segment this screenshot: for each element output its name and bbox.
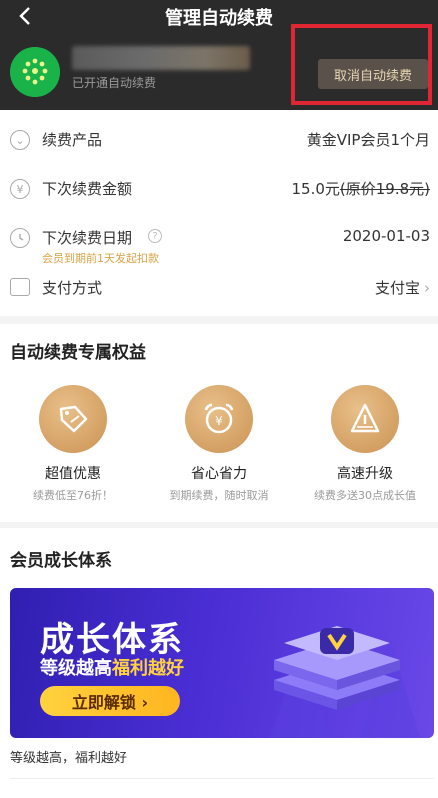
renew-date-label: 下次续费日期: [42, 229, 133, 247]
section-divider: [0, 522, 438, 528]
benefit-item-discount: 超值优惠 续费低至76折！: [0, 385, 146, 515]
unlock-now-button[interactable]: 立即解锁 ›: [40, 686, 180, 716]
discount-tag-icon: [39, 385, 107, 453]
renew-amount-value: 15.0元(原价19.8元): [291, 178, 430, 199]
highlight-annotation: [291, 24, 432, 105]
payment-method-name: 支付宝: [374, 279, 420, 297]
renew-amount-label: 下次续费金额: [42, 180, 133, 198]
svg-text:¥: ¥: [215, 414, 223, 428]
speed-up-icon: [331, 385, 399, 453]
benefit-desc: 续费多送30点成长值: [314, 489, 416, 502]
benefit-desc: 续费低至76折！: [33, 489, 113, 502]
card-icon: [10, 278, 30, 296]
benefit-title: 高速升级: [337, 466, 393, 482]
renew-product-value: 黄金VIP会员1个月: [306, 131, 430, 149]
benefit-title: 省心省力: [191, 466, 247, 482]
level-stack-icon: [270, 626, 420, 738]
avatar-logo-icon: [10, 47, 60, 97]
renew-date-note: 会员到期前1天发起扣款: [42, 252, 159, 265]
chevron-right-icon: ›: [424, 279, 430, 297]
renew-product-label: 续费产品: [42, 131, 103, 149]
renew-price: 15.0元: [291, 180, 340, 198]
payment-method-value: 支付宝 ›: [375, 277, 430, 298]
row-renew-amount: ¥ 下次续费金额 15.0元(原价19.8元): [0, 169, 438, 209]
benefit-title: 超值优惠: [45, 466, 101, 482]
row-payment-method[interactable]: 支付方式 支付宝 ›: [0, 268, 438, 308]
yen-circle-icon: ¥: [10, 179, 30, 199]
section-divider: [0, 316, 438, 324]
row-renew-product: ⌄ 续费产品 黄金VIP会员1个月: [0, 120, 438, 160]
clock-icon: [10, 228, 30, 248]
benefit-item-convenience: ¥ 省心省力 到期续费，随时取消: [146, 385, 292, 515]
growth-banner[interactable]: 成长体系 等级越高福利越好 立即解锁 ›: [10, 588, 434, 738]
bottom-divider: [10, 778, 434, 779]
banner-subtitle: 等级越高福利越好: [40, 654, 184, 680]
chevron-down-circle-icon: ⌄: [10, 130, 30, 150]
banner-sub-prefix: 等级越高: [40, 658, 112, 679]
subscription-status: 已开通自动续费: [72, 76, 157, 90]
original-price: (原价19.8元): [339, 180, 430, 198]
payment-method-label: 支付方式: [42, 279, 103, 297]
benefit-item-speedup: 高速升级 续费多送30点成长值: [292, 385, 438, 515]
growth-title: 会员成长体系: [10, 551, 112, 571]
renew-date-value: 2020-01-03: [342, 227, 430, 245]
benefit-desc: 到期续费，随时取消: [169, 489, 269, 502]
alarm-clock-icon: ¥: [185, 385, 253, 453]
avatar: [10, 47, 60, 97]
banner-caption: 等级越高，福利越好: [10, 751, 128, 766]
question-icon[interactable]: ?: [148, 229, 162, 243]
banner-sub-gold: 福利越好: [112, 658, 184, 679]
username-redacted: [72, 46, 250, 70]
benefits-title: 自动续费专属权益: [10, 343, 146, 363]
header-bar: 管理自动续费 已开通自动续费 取消自动续费: [0, 0, 438, 110]
